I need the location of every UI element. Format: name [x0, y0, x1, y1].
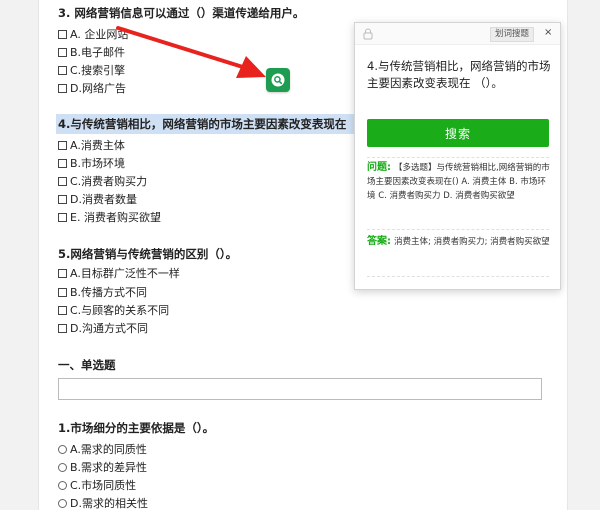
close-icon[interactable]: × [544, 27, 552, 38]
checkbox[interactable] [58, 29, 67, 39]
checkbox[interactable] [58, 323, 67, 333]
checkbox[interactable] [58, 140, 67, 150]
radio[interactable] [58, 462, 67, 472]
question-3-title: 3. 网络营销信息可以通过（）渠道传递给用户。 [58, 6, 305, 20]
radio[interactable] [58, 444, 67, 454]
floating-search-button[interactable] [266, 68, 290, 92]
question-label: 问题: [367, 162, 391, 173]
q4-option-a[interactable]: A.消费主体 [58, 138, 125, 152]
panel-header: 划词搜题 × [355, 23, 560, 45]
q3-option-b[interactable]: B.电子邮件 [58, 45, 125, 59]
divider [367, 157, 549, 158]
section-title-single-choice: 一、单选题 [58, 358, 116, 372]
lock-icon[interactable] [363, 28, 373, 40]
q4-option-e[interactable]: E. 消费者购买欲望 [58, 210, 161, 224]
single-option-d[interactable]: D.需求的相关性 [58, 496, 148, 510]
result-question: 问题: 【多选题】与传统营销相比,网络营销的市场主要因素改变表现在() A. 消费… [367, 162, 550, 201]
q5-option-d[interactable]: D.沟通方式不同 [58, 321, 148, 335]
single-option-a[interactable]: A.需求的同质性 [58, 442, 147, 456]
panel-selected-question: 4.与传统营销相比，网络营销的市场主要因素改变表现在 （）。 [367, 59, 551, 90]
q4-option-b[interactable]: B.市场环境 [58, 156, 125, 170]
single-option-c[interactable]: C.市场同质性 [58, 478, 136, 492]
checkbox[interactable] [58, 268, 67, 278]
q4-option-d[interactable]: D.消费者数量 [58, 192, 137, 206]
checkbox[interactable] [58, 176, 67, 186]
divider [367, 276, 549, 277]
divider [367, 229, 549, 230]
panel-tag: 划词搜题 [490, 27, 535, 42]
checkbox[interactable] [58, 158, 67, 168]
q3-option-d[interactable]: D.网络广告 [58, 81, 126, 95]
search-button[interactable]: 搜索 [367, 119, 549, 147]
single-option-b[interactable]: B.需求的差异性 [58, 460, 147, 474]
checkbox[interactable] [58, 194, 67, 204]
checkbox[interactable] [58, 65, 67, 75]
q4-option-c[interactable]: C.消费者购买力 [58, 174, 147, 188]
q5-option-c[interactable]: C.与顾客的关系不同 [58, 303, 169, 317]
q5-option-a[interactable]: A.目标群广泛性不一样 [58, 266, 180, 280]
radio[interactable] [58, 480, 67, 490]
answer-label: 答案: [367, 236, 391, 247]
q3-option-a[interactable]: A. 企业网站 [58, 27, 128, 41]
checkbox[interactable] [58, 287, 67, 297]
search-icon [271, 73, 285, 87]
radio[interactable] [58, 498, 67, 508]
answer-text-field[interactable] [58, 378, 542, 400]
question-4-title-selected[interactable]: 4.与传统营销相比，网络营销的市场主要因素改变表现在 （）。 [56, 114, 382, 134]
question-5-title: 5.网络营销与传统营销的区别（）。 [58, 247, 238, 261]
checkbox[interactable] [58, 83, 67, 93]
q3-option-c[interactable]: C.搜索引擎 [58, 63, 125, 77]
checkbox[interactable] [58, 305, 67, 315]
result-answer: 答案: 消费主体; 消费者购买力; 消费者购买欲望 [367, 236, 550, 247]
search-popup-panel: 划词搜题 × 4.与传统营销相比，网络营销的市场主要因素改变表现在 （）。 搜索… [354, 22, 561, 290]
q5-option-b[interactable]: B.传播方式不同 [58, 285, 147, 299]
checkbox[interactable] [58, 212, 67, 222]
checkbox[interactable] [58, 47, 67, 57]
single-question-1-title: 1.市场细分的主要依据是（）。 [58, 421, 215, 435]
